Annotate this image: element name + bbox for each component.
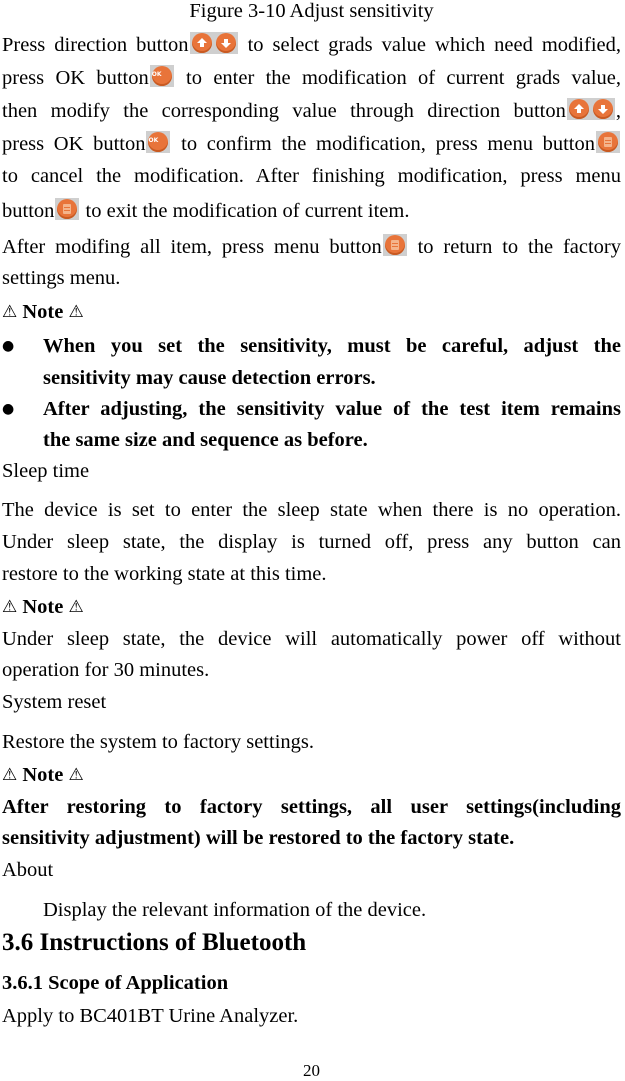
note-bullet-1-cont: sensitivity may cause detection errors. xyxy=(43,367,376,389)
direction-buttons-icon xyxy=(566,98,615,120)
bullet-icon: ● xyxy=(2,401,15,417)
menu-button-icon xyxy=(55,198,80,220)
page-number: 20 xyxy=(303,1061,320,1080)
sleep-line-1: The device is set to enter the sleep sta… xyxy=(2,499,621,521)
adjust-line-1: Press direction button to select grads v… xyxy=(2,32,621,56)
bullet-icon: ● xyxy=(2,338,15,354)
menu-button-icon xyxy=(596,131,621,153)
adjust-line-5: to cancel the modification. After finish… xyxy=(2,165,621,187)
arrow-up-icon xyxy=(573,104,584,113)
section-heading: 3.6 Instructions of Bluetooth xyxy=(2,929,307,956)
menu-button-icon xyxy=(382,234,407,256)
adjust-line-2: press OK button OK to enter the modificat… xyxy=(2,65,621,89)
reset-title: System reset xyxy=(2,691,107,713)
direction-buttons-icon xyxy=(189,32,238,54)
warning-icon: ⚠ xyxy=(68,302,84,322)
warning-icon: ⚠ xyxy=(2,302,18,322)
warning-icon: ⚠ xyxy=(2,765,18,785)
note-heading: ⚠ Note ⚠ xyxy=(2,301,84,323)
sleep-note-line-2: operation for 30 minutes. xyxy=(2,659,210,681)
arrow-down-icon xyxy=(220,39,231,48)
reset-note-line-2: sensitivity adjustment) will be restored… xyxy=(2,827,515,849)
arrow-down-icon xyxy=(597,105,608,114)
sleep-title: Sleep time xyxy=(2,460,90,482)
warning-icon: ⚠ xyxy=(68,765,84,785)
note-heading: ⚠ Note ⚠ xyxy=(2,596,84,618)
ok-button-icon: OK xyxy=(146,131,171,153)
note-heading: ⚠ Note ⚠ xyxy=(2,764,84,786)
sleep-note-line-1: Under sleep state, the device will autom… xyxy=(2,628,621,650)
sleep-line-2: Under sleep state, the display is turned… xyxy=(2,531,621,553)
adjust-line-3: then modify the corresponding value thro… xyxy=(2,98,621,122)
figure-caption: Figure 3-10 Adjust sensitivity xyxy=(189,0,434,22)
subsection-heading: 3.6.1 Scope of Application xyxy=(2,972,229,994)
warning-icon: ⚠ xyxy=(2,597,18,617)
after-line-1: After modifing all item, press menu butt… xyxy=(2,234,621,258)
arrow-up-icon xyxy=(196,38,207,47)
about-title: About xyxy=(2,859,54,881)
adjust-line-6: button to exit the modification of curre… xyxy=(2,198,410,222)
warning-icon: ⚠ xyxy=(68,597,84,617)
scope-text: Apply to BC401BT Urine Analyzer. xyxy=(2,1005,299,1027)
ok-button-icon: OK xyxy=(149,65,174,87)
reset-note-line-1: After restoring to factory settings, all… xyxy=(2,796,621,818)
reset-line-1: Restore the system to factory settings. xyxy=(2,731,314,753)
about-line-1: Display the relevant information of the … xyxy=(43,899,427,921)
after-line-2: settings menu. xyxy=(2,267,121,289)
sleep-line-3: restore to the working state at this tim… xyxy=(2,563,327,585)
note-bullet-2-cont: the same size and sequence as before. xyxy=(43,429,368,451)
adjust-line-4: press OK button OK to confirm the modific… xyxy=(2,131,621,156)
